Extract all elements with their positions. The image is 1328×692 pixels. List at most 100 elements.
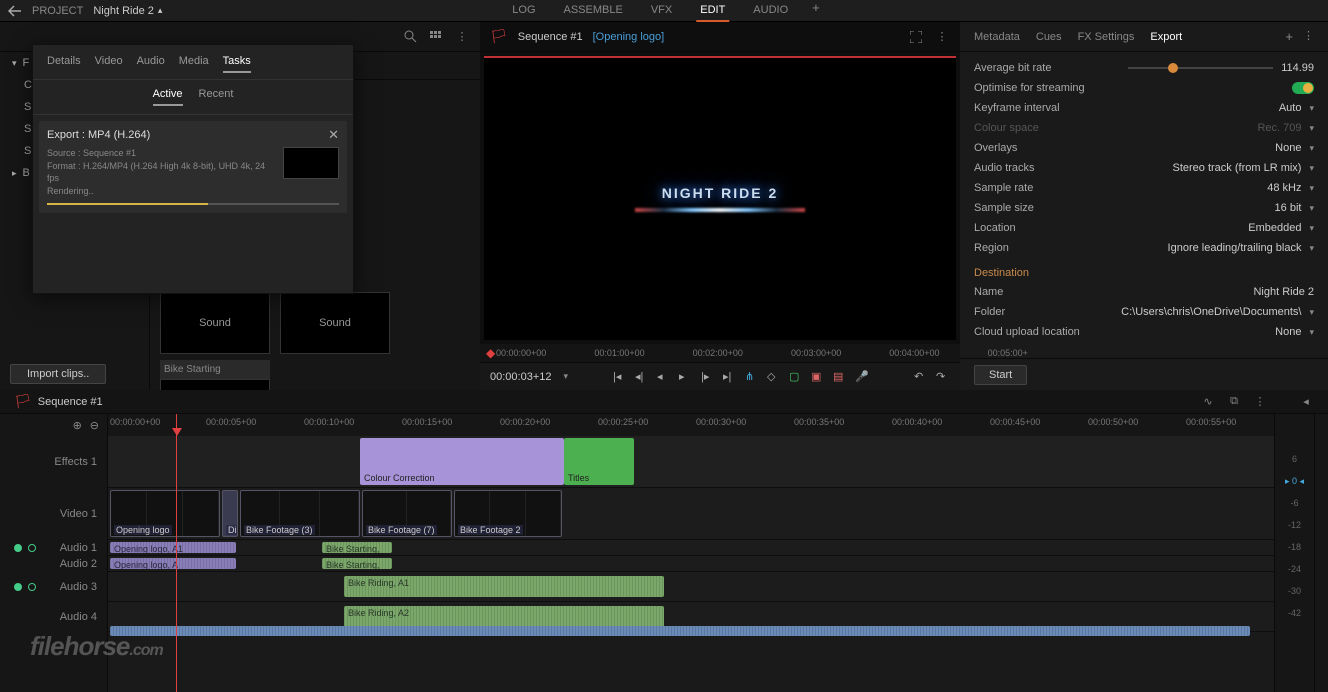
bitrate-slider[interactable]	[1128, 67, 1274, 69]
solo-dot-icon[interactable]	[14, 544, 22, 552]
clip-tile[interactable]: Sound	[280, 292, 390, 354]
clip-bike7[interactable]: Bike Footage (7)	[362, 490, 452, 537]
tab-fx-settings[interactable]: FX Settings	[1078, 31, 1135, 43]
menu-kebab-icon[interactable]: ⋮	[934, 29, 950, 45]
clip-bike3[interactable]: Bike Footage (3)	[240, 490, 360, 537]
link-icon[interactable]: ◇	[767, 370, 781, 384]
track-label-a2[interactable]: Audio 2	[0, 556, 107, 572]
redo-icon[interactable]: ↷	[936, 370, 950, 384]
timeline-ruler[interactable]: 00:00:00+00 00:00:05+00 00:00:10+00 00:0…	[108, 414, 1274, 436]
prop-value[interactable]: Embedded▾	[1248, 222, 1314, 234]
prop-value[interactable]: 114.99	[1281, 62, 1314, 74]
clip-di[interactable]: Di	[222, 490, 238, 537]
add-tab-icon[interactable]: +	[1285, 29, 1293, 44]
tab-cues[interactable]: Cues	[1036, 31, 1062, 43]
prop-value[interactable]: None▾	[1275, 326, 1314, 338]
zoom-out-icon[interactable]: ⊖	[90, 419, 99, 432]
project-dropdown[interactable]: Night Ride 2 ▴	[93, 5, 162, 17]
tab-metadata[interactable]: Metadata	[974, 31, 1020, 43]
tab-export[interactable]: Export	[1150, 31, 1182, 43]
play-icon[interactable]: ▸	[679, 370, 693, 384]
nav-log[interactable]: LOG	[508, 0, 539, 22]
nav-vfx[interactable]: VFX	[647, 0, 676, 22]
clip-audio[interactable]: Bike Riding, A1	[344, 576, 664, 597]
clip-audio[interactable]: Opening logo, A	[110, 558, 236, 569]
collapse-icon[interactable]: ◂	[1298, 394, 1314, 410]
prop-value[interactable]: 48 kHz▾	[1267, 182, 1314, 194]
prop-value[interactable]: Auto▾	[1279, 102, 1314, 114]
slider-thumb[interactable]	[1168, 63, 1178, 73]
waveform-icon[interactable]: ∿	[1200, 394, 1216, 410]
popup-tab-audio[interactable]: Audio	[137, 55, 165, 73]
mute-dot-icon[interactable]	[28, 544, 36, 552]
back-icon[interactable]	[8, 4, 22, 18]
prop-value[interactable]: C:\Users\chris\OneDrive\Documents\▾	[1121, 306, 1314, 318]
track-v1[interactable]: Opening logo Di Bike Footage (3) Bike Fo…	[108, 488, 1274, 540]
track-label-fx1[interactable]: Effects 1	[0, 436, 107, 488]
search-icon[interactable]	[402, 29, 418, 45]
snap-icon[interactable]: ⋔	[745, 370, 759, 384]
clip-audio[interactable]: Bike Riding, A2	[344, 606, 664, 627]
step-back-icon[interactable]: ◂|	[635, 370, 649, 384]
nav-audio[interactable]: AUDIO	[749, 0, 792, 22]
prop-value[interactable]: Night Ride 2	[1253, 286, 1314, 298]
current-clip-name[interactable]: [Opening logo]	[593, 31, 665, 43]
clip-tile[interactable]: Sound	[160, 292, 270, 354]
prop-value[interactable]: None▾	[1275, 142, 1314, 154]
play-reverse-icon[interactable]: ◂	[657, 370, 671, 384]
clip-titles[interactable]: Titles	[564, 438, 634, 485]
playhead[interactable]	[176, 414, 177, 692]
undo-icon[interactable]: ↶	[914, 370, 928, 384]
popup-tab-video[interactable]: Video	[95, 55, 123, 73]
menu-kebab-icon[interactable]: ⋮	[1252, 394, 1268, 410]
timeline-sequence-name[interactable]: Sequence #1	[38, 396, 103, 408]
track-a4[interactable]: Bike Riding, A2	[108, 602, 1274, 632]
chevron-down-icon[interactable]: ▾	[563, 371, 568, 382]
clip-audio[interactable]: Bike Starting, A2	[322, 558, 392, 569]
close-icon[interactable]: ✕	[328, 127, 339, 143]
fullscreen-icon[interactable]	[908, 29, 924, 45]
clip-bike2[interactable]: Bike Footage 2	[454, 490, 562, 537]
nav-edit[interactable]: EDIT	[696, 0, 729, 22]
goto-start-icon[interactable]: |◂	[613, 370, 627, 384]
out-point-icon[interactable]: ▤	[833, 370, 847, 384]
start-button[interactable]: Start	[974, 365, 1027, 385]
track-a2[interactable]: Opening logo, A Bike Starting, A2	[108, 556, 1274, 572]
prop-value[interactable]: Stereo track (from LR mix)▾	[1173, 162, 1315, 174]
clip-audio[interactable]: Bike Starting, A1	[322, 542, 392, 553]
menu-kebab-icon[interactable]: ⋮	[454, 29, 470, 45]
marker-icon[interactable]: ▢	[789, 370, 803, 384]
track-label-a1[interactable]: Audio 1	[0, 540, 107, 556]
clip-opening-logo[interactable]: Opening logo	[110, 490, 220, 537]
clip-audio[interactable]: Opening logo, A1	[110, 542, 236, 553]
grid-view-icon[interactable]	[428, 29, 444, 45]
timecode[interactable]: 00:00:03+12	[490, 371, 551, 383]
step-forward-icon[interactable]: |▸	[701, 370, 715, 384]
tasks-subtab-active[interactable]: Active	[153, 88, 183, 106]
track-label-a4[interactable]: Audio 4	[0, 602, 107, 632]
menu-kebab-icon[interactable]: ⋮	[1303, 29, 1314, 44]
prop-value[interactable]: 16 bit▾	[1275, 202, 1314, 214]
optimise-toggle[interactable]	[1292, 82, 1314, 94]
track-a3[interactable]: Bike Riding, A1	[108, 572, 1274, 602]
zoom-in-icon[interactable]: ⊕	[73, 419, 82, 432]
track-label-v1[interactable]: Video 1	[0, 488, 107, 540]
sequence-name[interactable]: Sequence #1	[518, 31, 583, 43]
add-workspace-icon[interactable]: +	[812, 0, 820, 22]
popup-tab-tasks[interactable]: Tasks	[223, 55, 251, 73]
solo-dot-icon[interactable]	[14, 583, 22, 591]
track-fx1[interactable]: Colour Correction Titles	[108, 436, 1274, 488]
import-clips-button[interactable]: Import clips..	[10, 364, 106, 384]
mute-dot-icon[interactable]	[28, 583, 36, 591]
goto-end-icon[interactable]: ▸|	[723, 370, 737, 384]
prop-value[interactable]: Ignore leading/trailing black▾	[1168, 242, 1314, 254]
popup-tab-media[interactable]: Media	[179, 55, 209, 73]
in-point-icon[interactable]: ▣	[811, 370, 825, 384]
track-label-a3[interactable]: Audio 3	[0, 572, 107, 602]
timeline-scrollbar[interactable]	[1314, 414, 1328, 692]
clip-colour-correction[interactable]: Colour Correction	[360, 438, 564, 485]
timeline-tracks[interactable]: 00:00:00+00 00:00:05+00 00:00:10+00 00:0…	[108, 414, 1274, 692]
viewer-canvas[interactable]: NIGHT RIDE 2	[484, 56, 956, 340]
clip-audio[interactable]	[110, 626, 1250, 636]
mic-icon[interactable]: 🎤	[855, 370, 869, 384]
